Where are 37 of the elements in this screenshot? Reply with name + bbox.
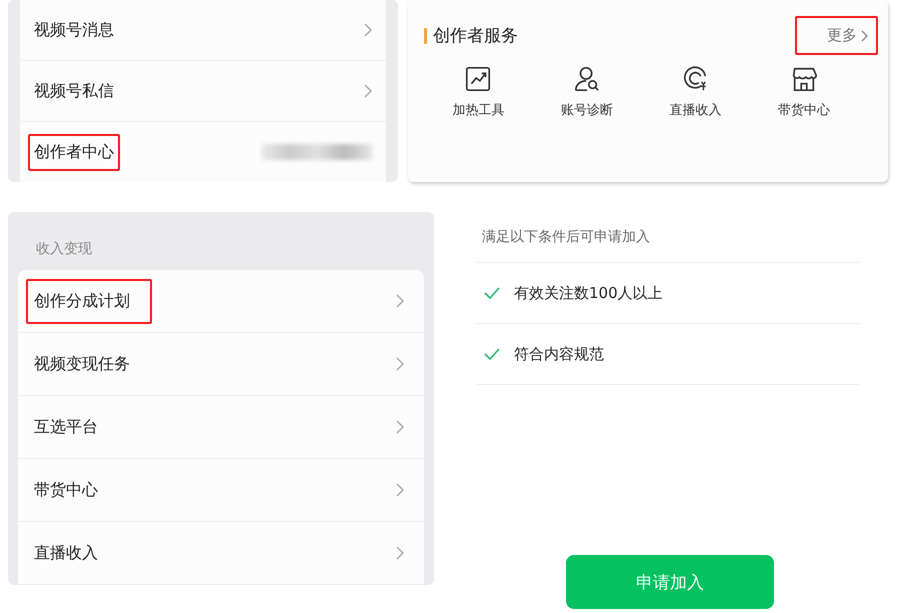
chevron-right-icon xyxy=(364,84,372,98)
service-label[interactable]: 账号诊断 xyxy=(560,101,613,119)
row-label: 视频号消息 xyxy=(33,18,115,40)
chevron-right-icon xyxy=(396,420,404,434)
list-row[interactable]: 互选平台 xyxy=(18,396,424,459)
list-row[interactable]: 直播收入 xyxy=(18,522,424,585)
row-label: 视频变现任务 xyxy=(33,352,131,374)
service-label[interactable]: 加热工具 xyxy=(452,101,504,119)
row-label: 创作分成计划 xyxy=(26,278,152,324)
list-row[interactable]: 视频变现任务 xyxy=(18,333,424,396)
row-label: 带货中心 xyxy=(33,478,99,500)
row-label: 直播收入 xyxy=(33,542,99,564)
chevron-right-icon xyxy=(396,357,404,371)
row-label: 创作者中心 xyxy=(28,134,120,170)
condition-text: 有效关注数100人以上 xyxy=(514,284,663,302)
service-label[interactable]: 直播收入 xyxy=(669,101,722,119)
chevron-right-icon xyxy=(364,23,372,37)
trend-chart-icon xyxy=(464,65,492,93)
chevron-right-icon xyxy=(396,546,404,560)
accent-bar xyxy=(424,28,427,44)
row-label: 视频号私信 xyxy=(33,80,115,102)
conditions-heading: 满足以下条件后可申请加入 xyxy=(476,212,860,263)
user-search-icon xyxy=(572,65,601,93)
list-row[interactable]: 视频号消息 xyxy=(20,0,386,61)
list-row[interactable]: 带货中心 xyxy=(18,459,424,522)
row-label: 互选平台 xyxy=(33,416,99,438)
condition-text: 符合内容规范 xyxy=(514,344,604,364)
chevron-right-icon xyxy=(396,483,404,497)
card-title: 创作者服务 xyxy=(433,25,518,47)
more-link[interactable]: 更多 xyxy=(795,16,878,55)
list-row[interactable]: 创作者中心 xyxy=(20,122,386,182)
section-title: 收入变现 xyxy=(35,240,93,259)
list-row[interactable]: 视频号私信 xyxy=(20,61,386,122)
chevron-right-icon xyxy=(861,30,868,42)
service-label[interactable]: 带货中心 xyxy=(778,101,830,119)
chevron-right-icon xyxy=(396,294,404,308)
list-row[interactable]: 创作分成计划 xyxy=(18,270,424,333)
